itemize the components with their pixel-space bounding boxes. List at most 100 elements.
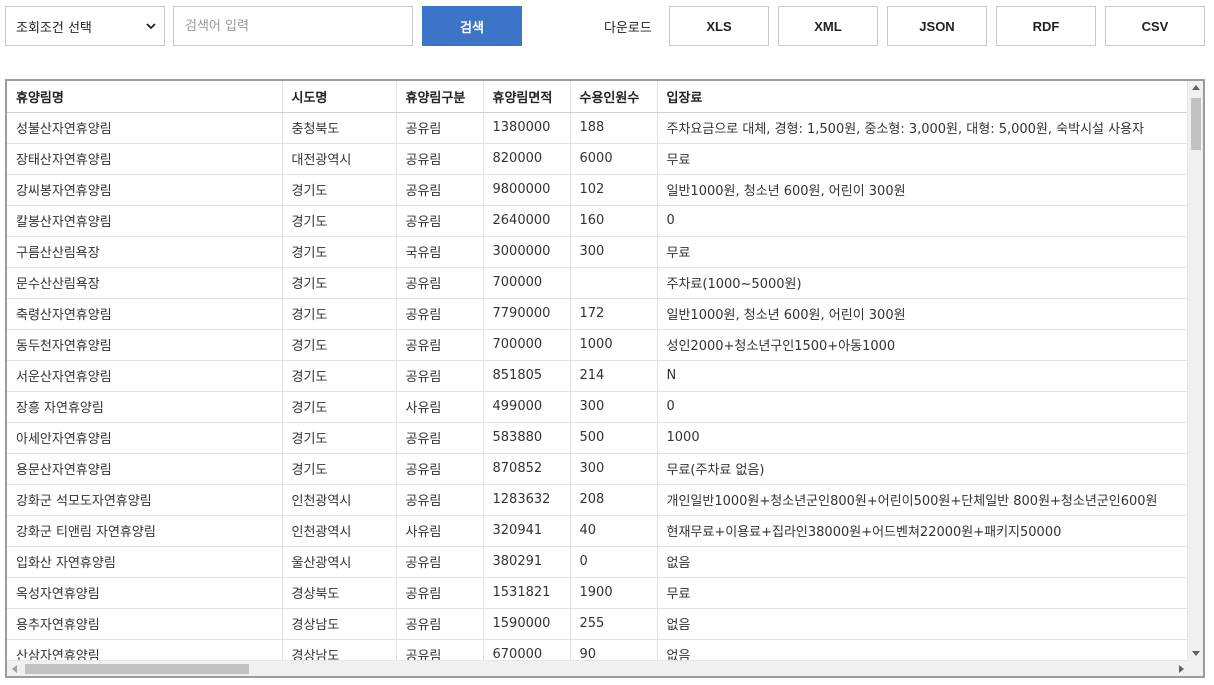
table-row[interactable]: 장태산자연휴양림 대전광역시 공유림 820000 6000 무료 (7, 143, 1189, 175)
cell-type: 공유림 (396, 267, 484, 299)
scroll-right-arrow-icon[interactable] (1179, 665, 1184, 673)
cell-fee: 없음 (657, 546, 1189, 578)
table-row[interactable]: 장흥 자연휴양림 경기도 사유림 499000 300 0 (7, 391, 1189, 423)
cell-province: 경기도 (282, 422, 397, 454)
data-grid: 휴양림명 시도명 휴양림구분 휴양림면적 수용인원수 입장료 성불산자연휴양림 충… (5, 79, 1205, 678)
cell-province: 경기도 (282, 329, 397, 361)
cell-fee: 현재무료+이용료+집라인38000원+어드벤쳐22000원+패키지50000 (657, 515, 1189, 547)
cell-type: 공유림 (396, 205, 484, 237)
cell-province: 경상남도 (282, 608, 397, 640)
cell-province: 인천광역시 (282, 484, 397, 516)
cell-fee: 일반1000원, 청소년 600원, 어린이 300원 (657, 298, 1189, 330)
column-header-name[interactable]: 휴양림명 (7, 81, 283, 113)
scroll-left-arrow-icon[interactable] (12, 665, 17, 673)
cell-name: 입화산 자연휴양림 (7, 546, 283, 578)
vertical-scrollbar[interactable] (1187, 81, 1203, 660)
cell-province: 충청북도 (282, 112, 397, 144)
cell-fee: 주차료(1000~5000원) (657, 267, 1189, 299)
cell-name: 강화군 석모도자연휴양림 (7, 484, 283, 516)
table-row[interactable]: 용문산자연휴양림 경기도 공유림 870852 300 무료(주차료 없음) (7, 453, 1189, 485)
table-body: 성불산자연휴양림 충청북도 공유림 1380000 188 주차요금으로 대체, 경형: … (7, 112, 1189, 671)
cell-fee: 무료 (657, 236, 1189, 268)
scroll-down-arrow-icon[interactable] (1192, 651, 1200, 656)
cell-province: 경상북도 (282, 577, 397, 609)
table-row[interactable]: 동두천자연휴양림 경기도 공유림 700000 1000 성인2000+청소년구인1500… (7, 329, 1189, 361)
cell-name: 장흥 자연휴양림 (7, 391, 283, 423)
cell-name: 용추자연휴양림 (7, 608, 283, 640)
table-header-row: 휴양림명 시도명 휴양림구분 휴양림면적 수용인원수 입장료 (7, 81, 1189, 113)
cell-name: 장태산자연휴양림 (7, 143, 283, 175)
cell-capacity: 300 (570, 391, 658, 423)
chevron-down-icon (146, 23, 156, 30)
cell-name: 축령산자연휴양림 (7, 298, 283, 330)
cell-type: 공유림 (396, 453, 484, 485)
cell-name: 옥성자연휴양림 (7, 577, 283, 609)
cell-capacity: 300 (570, 236, 658, 268)
horizontal-scrollbar[interactable] (7, 660, 1189, 676)
cell-capacity: 6000 (570, 143, 658, 175)
table-row[interactable]: 입화산 자연휴양림 울산광역시 공유림 380291 0 없음 (7, 546, 1189, 578)
cell-area: 820000 (483, 143, 571, 175)
table-row[interactable]: 강화군 석모도자연휴양림 인천광역시 공유림 1283632 208 개인일반1000원+… (7, 484, 1189, 516)
table-row[interactable]: 아세안자연휴양림 경기도 공유림 583880 500 1000 (7, 422, 1189, 454)
cell-fee: 주차요금으로 대체, 경형: 1,500원, 중소형: 3,000원, 대형: … (657, 112, 1189, 144)
table-row[interactable]: 성불산자연휴양림 충청북도 공유림 1380000 188 주차요금으로 대체, 경형: … (7, 112, 1189, 144)
cell-area: 2640000 (483, 205, 571, 237)
cell-type: 사유림 (396, 391, 484, 423)
horizontal-scroll-thumb[interactable] (25, 664, 249, 674)
cell-area: 1590000 (483, 608, 571, 640)
download-rdf-button[interactable]: RDF (996, 6, 1096, 46)
cell-name: 강화군 티앤림 자연휴양림 (7, 515, 283, 547)
table-row[interactable]: 축령산자연휴양림 경기도 공유림 7790000 172 일반1000원, 청소년 600… (7, 298, 1189, 330)
table-row[interactable]: 서운산자연휴양림 경기도 공유림 851805 214 N (7, 360, 1189, 392)
cell-area: 700000 (483, 267, 571, 299)
download-json-button[interactable]: JSON (887, 6, 987, 46)
cell-type: 공유림 (396, 577, 484, 609)
cell-fee: 성인2000+청소년구인1500+아동1000 (657, 329, 1189, 361)
search-input[interactable] (173, 6, 413, 46)
table-row[interactable]: 칼봉산자연휴양림 경기도 공유림 2640000 160 0 (7, 205, 1189, 237)
cell-province: 경기도 (282, 453, 397, 485)
table-row[interactable]: 강화군 티앤림 자연휴양림 인천광역시 사유림 320941 40 현재무료+이용료+집라… (7, 515, 1189, 547)
search-button[interactable]: 검색 (422, 6, 522, 46)
cell-type: 공유림 (396, 298, 484, 330)
cell-type: 공유림 (396, 608, 484, 640)
cell-capacity: 172 (570, 298, 658, 330)
table-row[interactable]: 강씨봉자연휴양림 경기도 공유림 9800000 102 일반1000원, 청소년 600… (7, 174, 1189, 206)
column-header-capacity[interactable]: 수용인원수 (570, 81, 658, 113)
cell-fee: 무료 (657, 143, 1189, 175)
table-row[interactable]: 옥성자연휴양림 경상북도 공유림 1531821 1900 무료 (7, 577, 1189, 609)
column-header-type[interactable]: 휴양림구분 (396, 81, 484, 113)
download-csv-button[interactable]: CSV (1105, 6, 1205, 46)
cell-province: 울산광역시 (282, 546, 397, 578)
cell-name: 구름산산림욕장 (7, 236, 283, 268)
cell-type: 공유림 (396, 143, 484, 175)
cell-province: 경기도 (282, 391, 397, 423)
cell-fee: 일반1000원, 청소년 600원, 어린이 300원 (657, 174, 1189, 206)
cell-name: 성불산자연휴양림 (7, 112, 283, 144)
cell-area: 583880 (483, 422, 571, 454)
cell-capacity: 188 (570, 112, 658, 144)
table-row[interactable]: 구름산산림욕장 경기도 국유림 3000000 300 무료 (7, 236, 1189, 268)
column-header-area[interactable]: 휴양림면적 (483, 81, 571, 113)
cell-type: 공유림 (396, 329, 484, 361)
cell-type: 공유림 (396, 360, 484, 392)
cell-province: 경기도 (282, 267, 397, 299)
download-xls-button[interactable]: XLS (669, 6, 769, 46)
cell-capacity: 214 (570, 360, 658, 392)
table-row[interactable]: 문수산산림욕장 경기도 공유림 700000 주차료(1000~5000원) (7, 267, 1189, 299)
cell-area: 1283632 (483, 484, 571, 516)
cell-area: 7790000 (483, 298, 571, 330)
data-table: 휴양림명 시도명 휴양림구분 휴양림면적 수용인원수 입장료 성불산자연휴양림 충… (7, 81, 1189, 671)
vertical-scroll-thumb[interactable] (1191, 98, 1201, 150)
scrollbar-corner (1187, 660, 1203, 676)
cell-capacity: 0 (570, 546, 658, 578)
table-row[interactable]: 용추자연휴양림 경상남도 공유림 1590000 255 없음 (7, 608, 1189, 640)
column-header-province[interactable]: 시도명 (282, 81, 397, 113)
scroll-up-arrow-icon[interactable] (1192, 85, 1200, 90)
cell-name: 동두천자연휴양림 (7, 329, 283, 361)
cell-type: 공유림 (396, 484, 484, 516)
condition-select[interactable]: 조회조건 선택 (5, 6, 165, 46)
download-xml-button[interactable]: XML (778, 6, 878, 46)
column-header-fee[interactable]: 입장료 (657, 81, 1189, 113)
